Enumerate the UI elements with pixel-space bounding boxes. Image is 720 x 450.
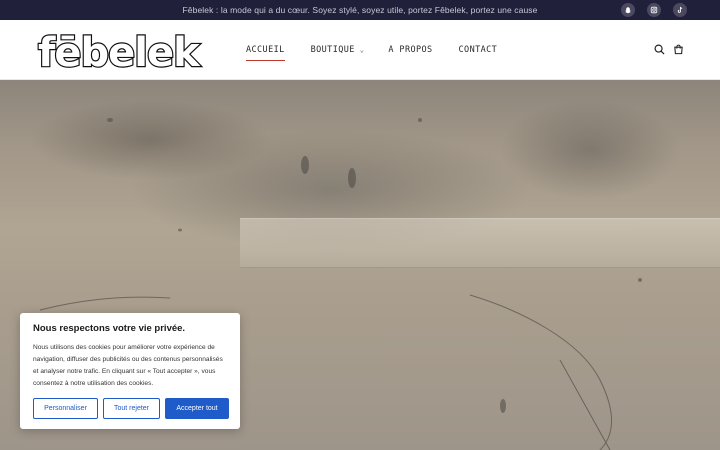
nav-item-a-propos[interactable]: A PROPOS (388, 45, 432, 55)
announcement-text: Fêbelek : la mode qui a du cœur. Soyez s… (182, 5, 538, 15)
logo-text: fēbelek (38, 30, 201, 74)
chevron-down-icon: ⌄ (359, 46, 365, 54)
main-nav: ACCUEIL BOUTIQUE ⌄ A PROPOS CONTACT (246, 20, 497, 80)
cookie-title: Nous respectons votre vie privée. (33, 323, 186, 334)
cookie-description: Nous utilisons des cookies pour améliore… (33, 344, 223, 387)
site-logo[interactable]: fēbelek (34, 28, 226, 74)
snapchat-icon[interactable] (621, 3, 635, 17)
nav-label: A PROPOS (388, 45, 433, 55)
site-header: fēbelek ACCUEIL BOUTIQUE ⌄ A PROPOS CONT… (0, 20, 720, 80)
search-icon[interactable] (654, 44, 665, 55)
nav-item-contact[interactable]: CONTACT (459, 45, 498, 55)
cart-icon[interactable] (673, 44, 684, 55)
cookie-buttons: Personnaliser Tout rejeter Accepter tout (33, 398, 229, 419)
nav-label: CONTACT (458, 45, 498, 55)
reject-all-button[interactable]: Tout rejeter (103, 398, 160, 419)
nav-item-accueil[interactable]: ACCUEIL (246, 45, 285, 61)
cookie-consent-banner: Nous respectons votre vie privée. Nous u… (20, 313, 240, 429)
nav-label: BOUTIQUE (310, 45, 355, 55)
customize-button[interactable]: Personnaliser (33, 398, 98, 419)
tiktok-icon[interactable] (673, 3, 687, 17)
social-links (621, 3, 687, 17)
accept-all-button[interactable]: Accepter tout (165, 398, 229, 419)
instagram-icon[interactable] (647, 3, 661, 17)
nav-label: ACCUEIL (246, 45, 285, 55)
announcement-bar: Fêbelek : la mode qui a du cœur. Soyez s… (0, 0, 720, 20)
nav-item-boutique[interactable]: BOUTIQUE ⌄ (311, 45, 365, 55)
